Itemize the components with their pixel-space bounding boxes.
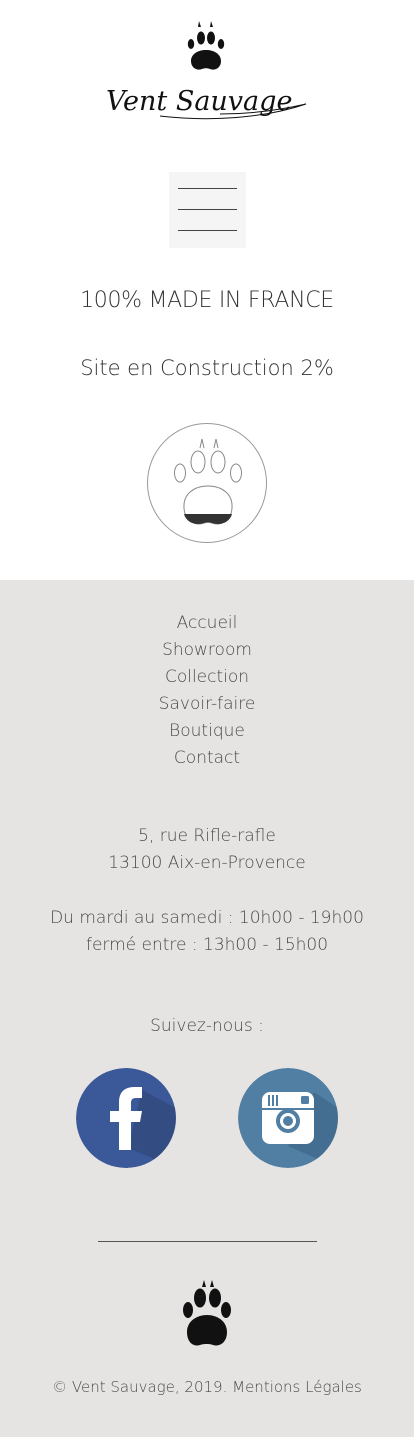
site-logo[interactable]: Vent Sauvage bbox=[100, 18, 314, 142]
facebook-link[interactable] bbox=[76, 1068, 176, 1168]
hours-line-2: fermé entre : 13h00 - 15h00 bbox=[85, 935, 329, 955]
hours-line-1: Du mardi au samedi : 10h00 - 19h00 bbox=[50, 908, 364, 928]
footer-divider bbox=[98, 1241, 317, 1242]
menu-bar-icon bbox=[178, 188, 237, 189]
address: 5, rue Rifle-rafle 13100 Aix-en-Provence bbox=[0, 823, 414, 877]
logo-text: Vent Sauvage bbox=[106, 86, 292, 117]
footer-nav: Accueil Showroom Collection Savoir-faire… bbox=[0, 610, 414, 772]
progress-badge bbox=[146, 422, 268, 544]
nav-link-accueil[interactable]: Accueil bbox=[0, 610, 414, 637]
paw-print-progress-badge bbox=[147, 423, 267, 543]
facebook-icon bbox=[76, 1068, 176, 1168]
menu-bar-icon bbox=[178, 230, 237, 231]
nav-link-boutique[interactable]: Boutique bbox=[0, 718, 414, 745]
menu-bar-icon bbox=[178, 209, 237, 210]
follow-label: Suivez-nous : bbox=[150, 1016, 264, 1036]
nav-link-savoir-faire[interactable]: Savoir-faire bbox=[0, 691, 414, 718]
address-line-1: 5, rue Rifle-rafle bbox=[138, 826, 276, 846]
menu-button[interactable] bbox=[169, 172, 246, 248]
nav-link-contact[interactable]: Contact bbox=[0, 745, 414, 772]
instagram-link[interactable] bbox=[238, 1068, 338, 1168]
paw-print-icon: Vent Sauvage bbox=[106, 21, 307, 120]
address-line-2: 13100 Aix-en-Provence bbox=[108, 853, 306, 873]
paw-print-icon bbox=[178, 1280, 236, 1350]
header-section: Vent Sauvage 100% MADE IN FRANCE Site en… bbox=[0, 0, 414, 580]
tagline: 100% MADE IN FRANCE bbox=[80, 288, 334, 313]
copyright: © Vent Sauvage, 2019. Mentions Légales bbox=[52, 1378, 362, 1396]
instagram-icon bbox=[238, 1068, 338, 1168]
construction-status: Site en Construction 2% bbox=[80, 356, 334, 380]
opening-hours: Du mardi au samedi : 10h00 - 19h00 fermé… bbox=[0, 905, 414, 959]
footer: Accueil Showroom Collection Savoir-faire… bbox=[0, 580, 414, 1437]
nav-link-showroom[interactable]: Showroom bbox=[0, 637, 414, 664]
nav-link-collection[interactable]: Collection bbox=[0, 664, 414, 691]
